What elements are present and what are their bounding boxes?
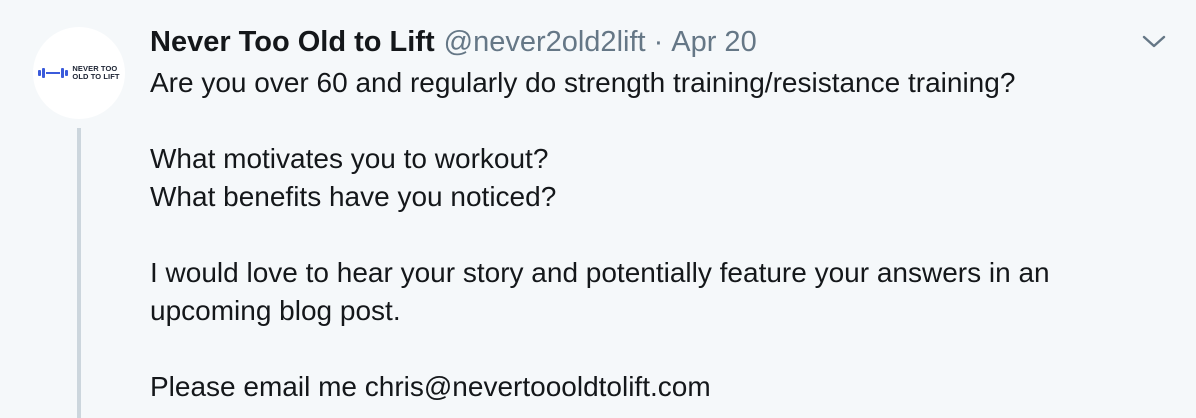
tweet-header: Never Too Old to Lift @never2old2lift · … <box>150 24 757 60</box>
email-prefix: Please email me <box>150 371 365 402</box>
tweet-menu-button[interactable] <box>1140 28 1168 56</box>
author-handle[interactable]: @never2old2lift <box>444 26 646 59</box>
tweet-line: Please email me chris@nevertoooldtolift.… <box>150 368 1170 406</box>
tweet-line: What benefits have you noticed? <box>150 181 557 212</box>
logo-text: NEVER TOO OLD TO LIFT <box>72 65 119 81</box>
dumbbell-icon <box>38 68 69 78</box>
email-address[interactable]: chris@nevertoooldtolift.com <box>365 371 711 402</box>
separator-dot: · <box>653 25 664 58</box>
avatar[interactable]: NEVER TOO OLD TO LIFT <box>33 27 125 119</box>
logo-line-2: OLD TO LIFT <box>72 72 120 81</box>
tweet-line: Are you over 60 and regularly do strengt… <box>150 67 1016 98</box>
tweet-line: I would love to hear your story and pote… <box>150 257 1050 288</box>
thread-line <box>77 128 81 418</box>
tweet-date[interactable]: Apr 20 <box>671 26 756 59</box>
tweet-line: What motivates you to workout? <box>150 143 549 174</box>
author-name[interactable]: Never Too Old to Lift <box>150 26 435 59</box>
brand-logo: NEVER TOO OLD TO LIFT <box>38 65 120 81</box>
tweet-line: upcoming blog post. <box>150 295 401 326</box>
chevron-down-icon <box>1142 35 1166 48</box>
tweet-text: Are you over 60 and regularly do strengt… <box>150 64 1170 406</box>
tweet-card[interactable]: NEVER TOO OLD TO LIFT Never Too Old to L… <box>0 0 1196 418</box>
